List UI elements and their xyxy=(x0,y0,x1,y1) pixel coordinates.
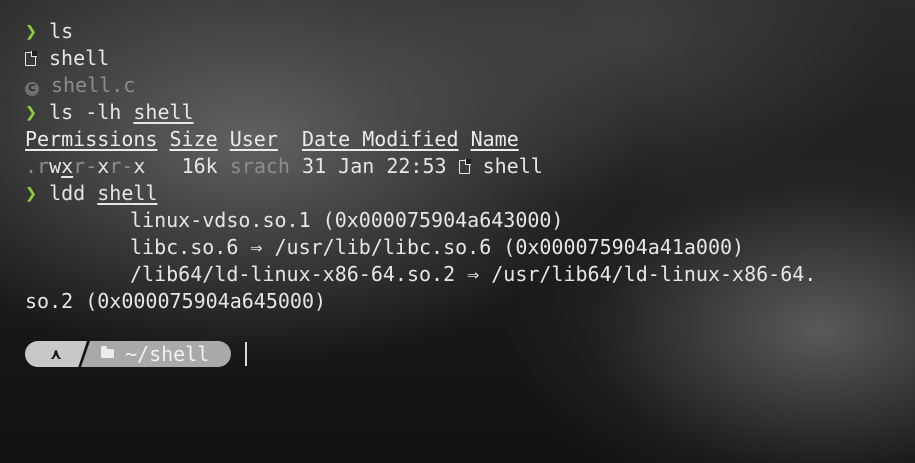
command-line: ❯ ls -lh shell xyxy=(25,99,905,126)
file-entry: shell xyxy=(25,45,905,72)
header-size: Size xyxy=(169,127,218,151)
header-date: Date Modified xyxy=(301,127,459,151)
prompt-arrow-icon: ❯ xyxy=(25,100,38,124)
directory-segment: ~/shell xyxy=(81,341,232,367)
c-source-icon: C xyxy=(25,82,39,96)
row-size: 16k xyxy=(181,154,218,178)
command-line: ❯ ldd shell xyxy=(25,180,905,207)
perm-bit: - xyxy=(121,154,134,178)
shell-prompt-bar: ⋏ ~/shell xyxy=(25,341,248,367)
perm-bit: x xyxy=(61,154,74,178)
ldd-output-line: linux-vdso.so.1 (0x000075904a643000) xyxy=(130,208,564,232)
ldd-output-line: /lib64/ld-linux-x86-64.so.2 ⇒ /usr/lib64… xyxy=(130,262,817,286)
perm-bit: r xyxy=(109,154,122,178)
listing-row: .rwxr-xr-x 16k srach 31 Jan 22:53 shell xyxy=(25,153,905,180)
prompt-arrow-icon: ❯ xyxy=(25,181,38,205)
file-name: shell.c xyxy=(51,73,136,97)
row-date: 31 Jan 22:53 xyxy=(302,154,447,178)
ldd-output-line-wrap: so.2 (0x000075904a645000) xyxy=(25,289,327,313)
perm-bit: - xyxy=(85,154,98,178)
perm-bit: x xyxy=(133,154,146,178)
terminal-output: ❯ ls shell Cshell.c ❯ ls -lh shell Permi… xyxy=(25,18,905,315)
command-line: ❯ ls xyxy=(25,18,905,45)
header-permissions: Permissions xyxy=(25,127,158,151)
command-arg: shell xyxy=(97,181,158,205)
command-arg: shell xyxy=(133,100,194,124)
file-icon xyxy=(458,159,471,174)
row-user: srach xyxy=(229,154,290,178)
arch-linux-icon: ⋏ xyxy=(49,345,63,363)
perm-bit: r xyxy=(73,154,86,178)
os-segment: ⋏ xyxy=(25,341,87,367)
folder-icon xyxy=(101,345,114,358)
perm-type: . xyxy=(25,154,38,178)
file-icon xyxy=(25,51,37,66)
file-entry: Cshell.c xyxy=(25,72,905,99)
command-text: ls xyxy=(49,19,74,43)
current-directory: ~/shell xyxy=(125,342,210,366)
header-user: User xyxy=(229,127,278,151)
header-name: Name xyxy=(470,127,519,151)
command-text: ldd xyxy=(49,181,98,205)
file-name: shell xyxy=(49,46,110,70)
perm-bit: x xyxy=(97,154,110,178)
listing-header: Permissions Size User Date Modified Name xyxy=(25,126,905,153)
row-name: shell xyxy=(482,154,543,178)
text-cursor[interactable] xyxy=(245,342,248,366)
command-text: ls -lh xyxy=(49,100,134,124)
ldd-output-line: libc.so.6 ⇒ /usr/lib/libc.so.6 (0x000075… xyxy=(130,235,745,259)
prompt-arrow-icon: ❯ xyxy=(25,19,38,43)
perm-bit: w xyxy=(49,154,62,178)
perm-bit: r xyxy=(37,154,50,178)
